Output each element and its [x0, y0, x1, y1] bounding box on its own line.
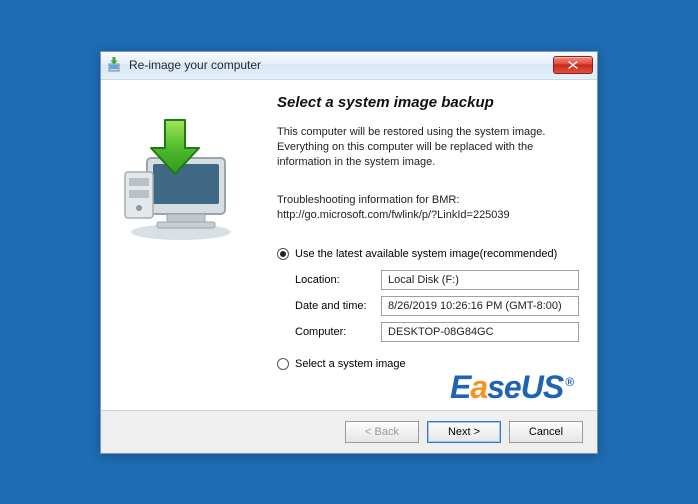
back-button: < Back [345, 421, 419, 443]
radio-use-latest[interactable]: Use the latest available system image(re… [277, 248, 579, 260]
datetime-label: Date and time: [295, 300, 381, 312]
radio-use-latest-label: Use the latest available system image(re… [295, 248, 557, 260]
close-icon [568, 61, 578, 69]
radio-icon [277, 248, 289, 260]
troubleshoot-label: Troubleshooting information for BMR: [277, 193, 579, 208]
page-heading: Select a system image backup [277, 94, 579, 111]
computer-value: DESKTOP-08G84GC [381, 322, 579, 342]
cancel-button[interactable]: Cancel [509, 421, 583, 443]
location-label: Location: [295, 274, 381, 286]
radio-select-image-label: Select a system image [295, 358, 406, 370]
window-title: Re-image your computer [129, 58, 553, 72]
computer-restore-icon [119, 114, 249, 234]
page-description: This computer will be restored using the… [277, 125, 579, 171]
radio-icon [277, 358, 289, 370]
datetime-value: 8/26/2019 10:26:16 PM (GMT-8:00) [381, 296, 579, 316]
dialog-window: Re-image your computer [100, 51, 598, 454]
button-bar: < Back Next > Cancel [101, 410, 597, 453]
watermark-logo: EaseUS® [450, 369, 573, 406]
location-value: Local Disk (F:) [381, 270, 579, 290]
dialog-body: Select a system image backup This comput… [101, 80, 597, 453]
titlebar: Re-image your computer [101, 52, 597, 80]
close-button[interactable] [553, 56, 593, 74]
computer-label: Computer: [295, 326, 381, 338]
illustration-pane [119, 94, 269, 400]
app-icon [107, 57, 123, 73]
radio-select-image[interactable]: Select a system image [277, 358, 579, 370]
troubleshoot-link[interactable]: http://go.microsoft.com/fwlink/p/?LinkId… [277, 208, 579, 223]
next-button[interactable]: Next > [427, 421, 501, 443]
